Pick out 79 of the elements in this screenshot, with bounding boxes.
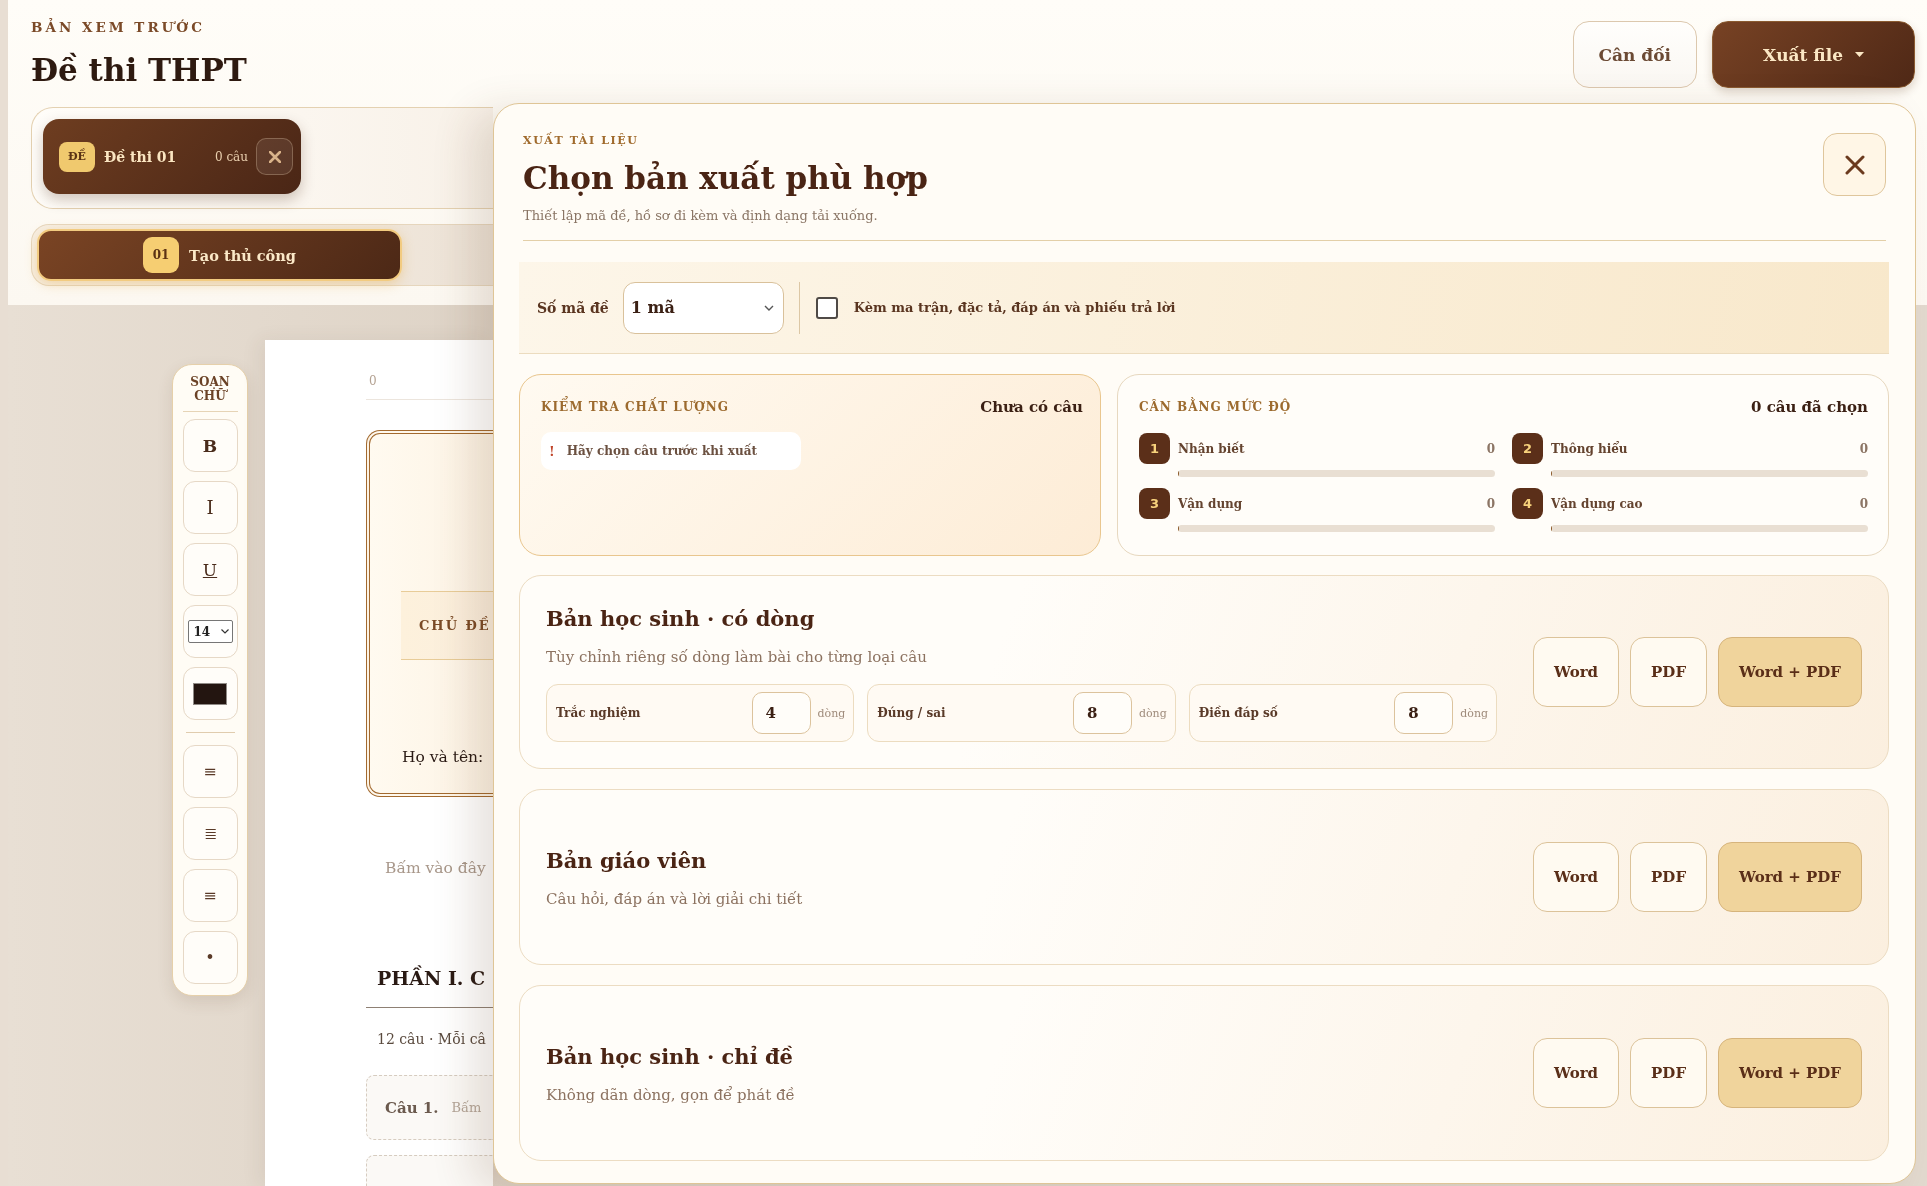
export-title: Bản học sinh · có dòng [546,605,816,633]
dialog-subtitle: Thiết lập mã đề, hồ sơ đi kèm và định dạng tải xuống. [523,207,879,225]
unit-label: dòng [1460,706,1489,720]
question-card[interactable]: Câu 1. Bấm [366,1075,493,1140]
number-field[interactable]: 8 [1394,692,1454,734]
dialog-title: Chọn bản xuất phù hợp [523,159,928,198]
warning-text: Hãy chọn câu trước khi xuất [566,444,757,458]
export-title: Bản giáo viên [546,847,708,875]
topic-heading: CHỦ ĐỀ [401,591,493,660]
number-field[interactable]: 4 [751,692,811,734]
format-button[interactable]: Word + PDF [1718,637,1862,707]
action-button[interactable]: Xuất file [1712,21,1915,88]
level-count: 0 [1859,441,1868,456]
number-field[interactable]: 8 [1072,692,1132,734]
close-icon [1844,154,1865,175]
action-button[interactable]: Cân đối [1572,21,1697,88]
font-size-select[interactable]: 14 [187,620,233,643]
question-count: 0 câu [214,149,248,164]
level-badge: 1 [1139,433,1170,464]
glyph-button[interactable]: ≡ [182,869,238,922]
setting-label: Đúng / sai [877,706,947,720]
section-heading: PHẦN I. C [377,967,486,989]
page-eyebrow: BẢN XEM TRƯỚC [31,18,206,36]
section-note: 12 câu · Mỗi câ [377,1030,486,1049]
chevron-icon [763,304,774,311]
summary-text: 0 câu đã chọn [1750,398,1868,416]
glyph-button[interactable]: ≣ [182,807,238,860]
level-name: Nhận biết [1178,441,1245,456]
format-button[interactable]: Word + PDF [1718,842,1862,912]
unit-label: dòng [817,706,846,720]
setting-label: Trắc nghiệm [556,706,642,720]
page-title: Đề thi THPT [31,51,247,90]
mode-button[interactable]: 01 Tạo thủ công [37,229,402,281]
format-button[interactable]: Word [1533,842,1620,912]
export-title: Bản học sinh · chỉ đề [546,1043,794,1071]
glyph-button[interactable]: • [182,931,238,984]
format-button[interactable]: PDF [1630,1038,1708,1108]
export-description: Câu hỏi, đáp án và lời giải chi tiết [546,889,804,910]
level-count: 0 [1859,496,1868,511]
status-text: Chưa có câu [980,398,1083,416]
question-number: Câu 1. [385,1098,439,1117]
glyph-button[interactable]: ≡ [182,745,238,798]
level-count: 0 [1486,441,1495,456]
field-label: Số mã đề [537,299,609,316]
underline-button[interactable]: U [182,543,238,596]
tab-badge: ĐỀ [59,141,95,172]
chevron-icon [220,629,229,634]
level-badge: 3 [1139,488,1170,519]
close-button[interactable] [1823,133,1886,196]
format-button[interactable]: Word [1533,637,1620,707]
level-badge: 4 [1512,488,1543,519]
format-button[interactable]: PDF [1630,637,1708,707]
bold-button[interactable]: B [182,419,238,472]
level-name: Vận dụng cao [1551,496,1643,511]
step-badge: 01 [143,237,180,273]
level-count: 0 [1486,496,1495,511]
setting-label: Điền đáp số [1198,706,1279,720]
close-icon [268,150,281,163]
level-name: Thông hiểu [1551,441,1628,456]
toolbar-title: SOẠN CHỮ [189,375,231,403]
dialog-eyebrow: XUẤT TÀI LIỆU [523,133,640,149]
format-button[interactable]: PDF [1630,842,1708,912]
code-count-select[interactable]: 1 mã [622,281,784,334]
format-button[interactable]: Word + PDF [1718,1038,1862,1108]
export-description: Không dãn dòng, gọn để phát đề [546,1085,796,1106]
format-button[interactable]: Word [1533,1038,1620,1108]
warning-icon: ! [549,443,555,459]
unit-label: dòng [1138,706,1167,720]
checkbox[interactable] [815,296,838,319]
document-tab[interactable]: ĐỀ Đề thi 01 0 câu [43,119,301,194]
page-number: 0 [369,374,377,388]
italic-button[interactable]: I [182,481,238,534]
export-description: Tùy chỉnh riêng số dòng làm bài cho từng loại câu [546,647,928,668]
name-label: Họ và tên: [402,747,484,768]
level-name: Vận dụng [1178,496,1243,511]
swatch-icon[interactable] [193,682,227,705]
question-hint: Bấm [451,1100,482,1115]
level-badge: 2 [1512,433,1543,464]
checkbox-label[interactable]: Kèm ma trận, đặc tả, đáp án và phiếu trả lời [853,300,1176,315]
